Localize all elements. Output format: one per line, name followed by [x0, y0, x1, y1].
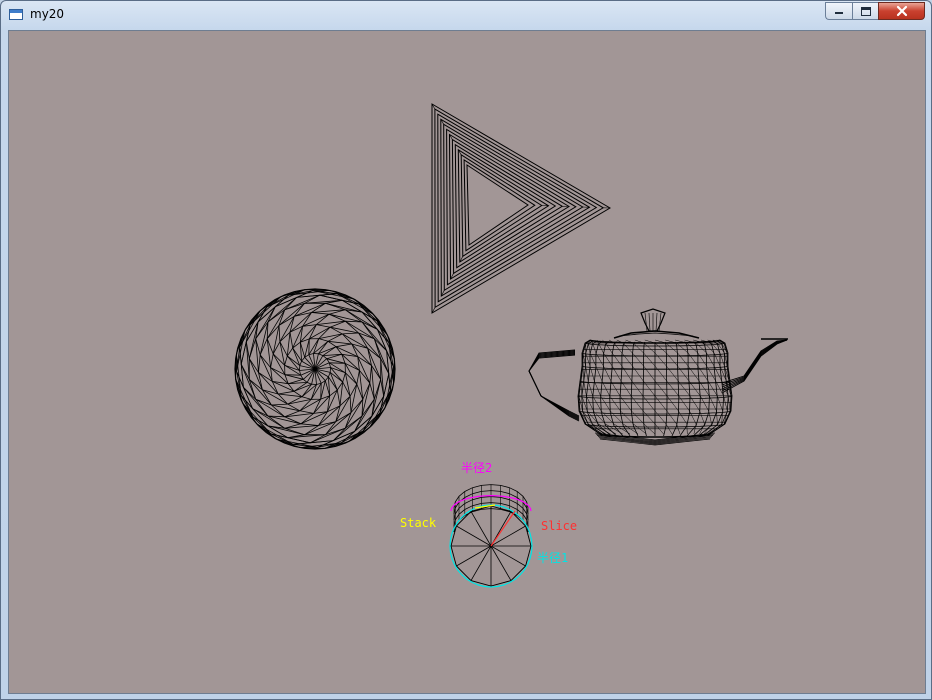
close-icon	[896, 5, 907, 17]
maximize-icon	[860, 6, 871, 16]
label-radius2: 半径2	[461, 461, 493, 475]
label-slice: Slice	[541, 519, 578, 533]
opengl-canvas[interactable]: 半径2 Stack Slice 半径1	[8, 30, 926, 694]
window-title: my20	[30, 7, 65, 21]
close-button[interactable]	[878, 2, 925, 20]
app-window: my20 半径2 Stack Slice 半径1	[0, 0, 932, 700]
wire-sphere	[234, 288, 396, 450]
label-radius1: 半径1	[537, 551, 569, 565]
wire-torus	[431, 103, 611, 314]
scene-svg	[234, 103, 788, 588]
wire-teapot	[528, 308, 788, 446]
minimize-button[interactable]	[825, 2, 852, 20]
wire-cylinder	[449, 484, 533, 588]
maximize-button[interactable]	[852, 2, 878, 20]
title-bar[interactable]: my20	[1, 1, 931, 29]
label-stack: Stack	[400, 516, 437, 530]
window-app-icon	[9, 9, 23, 20]
minimize-icon	[835, 12, 843, 14]
